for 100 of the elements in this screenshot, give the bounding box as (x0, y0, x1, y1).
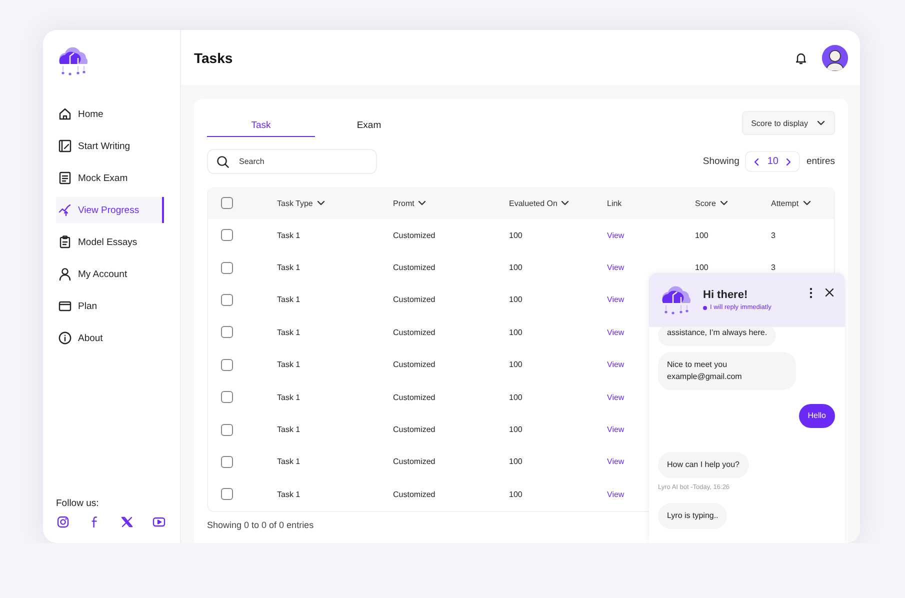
youtube-icon[interactable] (152, 515, 166, 529)
bell-icon[interactable] (794, 50, 808, 64)
sidebar-item[interactable]: Model Essays (56, 229, 164, 255)
table-cell-text: Task 1 (277, 360, 302, 370)
table-cell-text: Customized (393, 392, 436, 402)
column-header[interactable]: Promt (393, 198, 509, 208)
checkbox[interactable] (221, 294, 233, 306)
table-cell-text: 100 (509, 425, 524, 434)
bot-message: How can I help you? (658, 452, 748, 478)
column-header[interactable]: Evalueted On (509, 198, 607, 208)
sidebar-item[interactable]: Mock Exam (56, 165, 164, 191)
home-icon (58, 107, 72, 121)
view-link[interactable]: View (607, 230, 624, 240)
table-cell-text: Customized (393, 360, 436, 370)
view-link[interactable]: View (607, 360, 624, 370)
table-cell-text: 100 (509, 360, 524, 370)
table-cell-text: Task 1 (277, 263, 302, 272)
table-cell-text: 100 (509, 230, 524, 240)
bot-message: assistance, I’m always here. (658, 327, 776, 346)
entries-summary: Showing 0 to 0 of 0 entries (207, 520, 314, 530)
table-cell-text: 100 (509, 263, 524, 272)
instagram-icon[interactable] (56, 515, 70, 529)
checkbox[interactable] (221, 456, 233, 468)
bot-message: Lyro is typing.. (658, 503, 728, 529)
card-icon (58, 299, 72, 313)
sidebar-item[interactable]: Plan (56, 293, 164, 319)
caret-icon (816, 118, 826, 128)
table-cell-text: Task 1 (277, 490, 302, 499)
user-message: Hello (798, 404, 835, 428)
view-link[interactable]: View (607, 263, 624, 272)
checkbox[interactable] (221, 358, 233, 371)
table-cell-text: Customized (393, 425, 436, 434)
checkbox[interactable] (221, 424, 233, 436)
online-dot-icon (703, 306, 707, 310)
table-cell-text: Task 1 (277, 392, 302, 402)
caret-icon (417, 198, 428, 208)
table-cell-text: 100 (509, 490, 524, 499)
checkbox[interactable] (221, 197, 233, 209)
table-cell-text: Task 1 (277, 457, 302, 466)
table-cell-text: Customized (393, 328, 436, 337)
x-icon[interactable] (120, 515, 134, 529)
table-cell-text: Task 1 (277, 295, 302, 304)
sidebar-item[interactable]: View Progress (56, 197, 164, 223)
caret-icon (560, 198, 570, 208)
score-dropdown[interactable]: Score to display (742, 111, 835, 135)
entries-label: entires (806, 156, 835, 167)
table-cell-text: 100 (695, 230, 710, 240)
table-cell-text: 100 (695, 263, 710, 272)
table-cell-text: Task 1 (277, 425, 302, 434)
avatar[interactable] (822, 44, 848, 70)
table-cell-text: Task 1 (277, 230, 302, 240)
checkbox[interactable] (221, 326, 233, 338)
table-cell-text: 100 (509, 328, 524, 337)
checkbox[interactable] (221, 488, 233, 500)
bot-message: Nice to meet you example@gmail.com (658, 352, 796, 390)
view-link[interactable]: View (607, 457, 624, 466)
page-title: Tasks (194, 50, 234, 66)
sidebar-item[interactable]: About (56, 325, 164, 351)
follow-label: Follow us: (56, 498, 100, 509)
table-cell-text: Customized (393, 263, 436, 272)
column-header[interactable]: Score (695, 198, 771, 208)
checkbox[interactable] (221, 391, 233, 404)
table-cell-text: 100 (509, 392, 524, 402)
table-cell-text: Task 1 (277, 328, 302, 337)
table-cell-text: Customized (393, 457, 436, 466)
view-link[interactable]: View (607, 295, 624, 304)
close-icon[interactable] (824, 287, 835, 298)
view-link[interactable]: View (607, 490, 624, 499)
view-link[interactable]: View (607, 425, 624, 434)
person-icon (58, 267, 72, 281)
caret-icon (316, 198, 326, 208)
search-field[interactable]: Search (207, 149, 377, 174)
checkbox[interactable] (221, 229, 233, 242)
checkbox[interactable] (221, 262, 233, 274)
tab[interactable]: Task (207, 117, 315, 137)
table-cell-text: Customized (393, 295, 436, 304)
clipboard-icon (58, 235, 72, 249)
table-cell-text: 100 (509, 457, 524, 466)
page-size-stepper[interactable]: 10 (745, 151, 800, 172)
column-header[interactable]: Attempt (771, 198, 834, 208)
sidebar-item[interactable]: Start Writing (56, 133, 164, 159)
tab[interactable]: Exam (315, 117, 423, 137)
sidebar-item[interactable]: Home (56, 101, 164, 127)
column-header[interactable]: Task Type (277, 198, 393, 208)
caret-icon (802, 198, 812, 208)
view-link[interactable]: View (607, 328, 624, 337)
view-link[interactable]: View (607, 392, 624, 402)
chat-title: Hi there! (703, 289, 749, 301)
document-icon (58, 171, 72, 185)
caret-icon (718, 198, 729, 208)
table-cell-text: 3 (771, 263, 776, 272)
trend-arrow-icon (58, 203, 72, 217)
info-icon (58, 331, 72, 345)
showing-label: Showing (702, 156, 740, 167)
table-cell-text: 100 (509, 295, 524, 304)
sidebar-item[interactable]: My Account (56, 261, 164, 287)
pencil-square-icon (58, 139, 72, 153)
column-header[interactable]: Link (607, 198, 695, 208)
search-icon (216, 154, 230, 168)
table-cell-text: 3 (771, 230, 776, 240)
